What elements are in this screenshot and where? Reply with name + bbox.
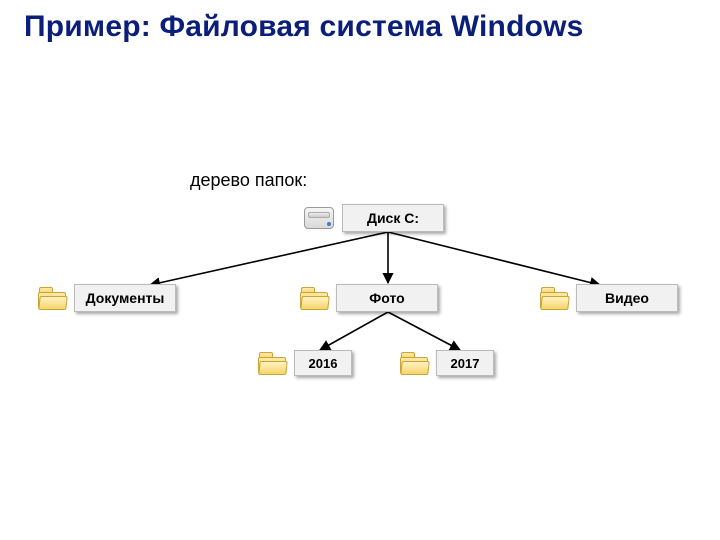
root-label-box: Диск C: (342, 204, 444, 232)
folder-label: 2016 (294, 350, 352, 376)
folder-label: Фото (336, 284, 438, 312)
connector-arrows (0, 0, 720, 540)
folder-node-photo: Фото (300, 284, 438, 312)
folder-label: 2017 (436, 350, 494, 376)
subtitle-label: дерево папок: (190, 170, 307, 191)
folder-icon (300, 287, 328, 309)
folder-icon (258, 352, 286, 374)
folder-node-2017: 2017 (400, 350, 494, 376)
hard-drive-icon (304, 207, 334, 229)
diagram-stage: Пример: Файловая система Windows дерево … (0, 0, 720, 540)
root-node: Диск C: (304, 204, 444, 232)
folder-node-documents: Документы (38, 284, 176, 312)
slide-title: Пример: Файловая система Windows (24, 10, 584, 44)
folder-icon (400, 352, 428, 374)
folder-node-2016: 2016 (258, 350, 352, 376)
folder-label: Документы (74, 284, 176, 312)
folder-label: Видео (576, 284, 678, 312)
folder-icon (38, 287, 66, 309)
folder-node-video: Видео (540, 284, 678, 312)
folder-icon (540, 287, 568, 309)
